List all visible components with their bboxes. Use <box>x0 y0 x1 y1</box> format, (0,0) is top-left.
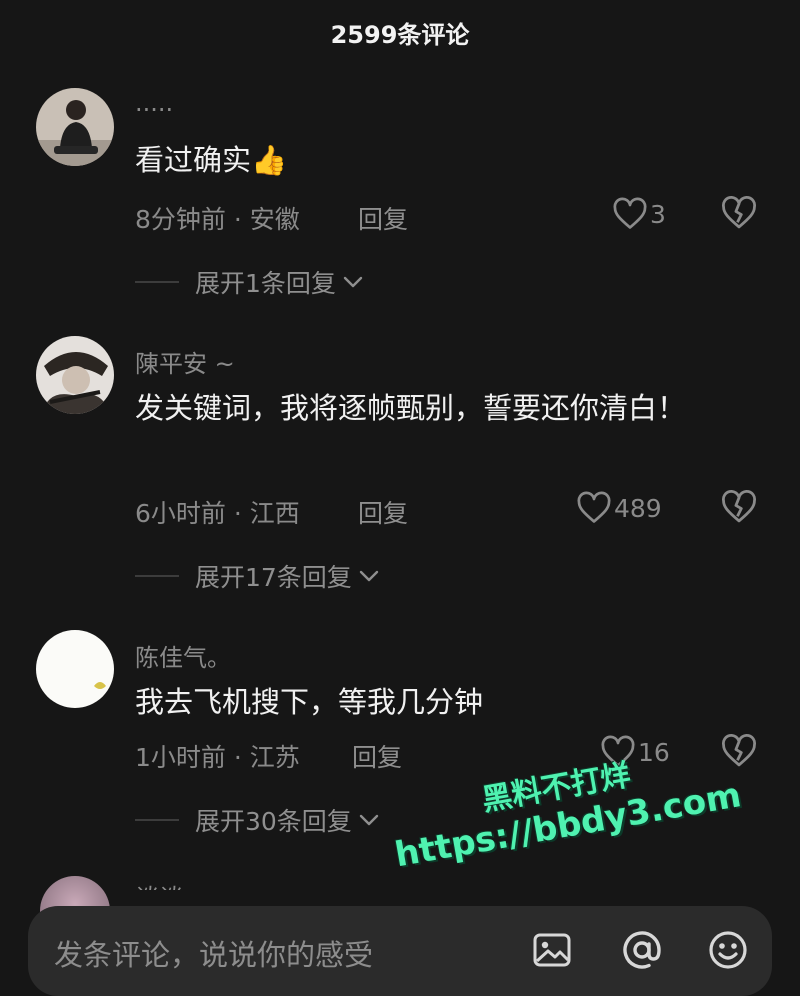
comment-time: 1小时前 <box>135 743 226 772</box>
heart-outline-icon <box>613 197 647 229</box>
like-count: 16 <box>638 737 670 767</box>
comment-location: 江西 <box>249 499 300 528</box>
expand-replies-label: 展开1条回复 <box>195 269 336 298</box>
expand-divider <box>135 575 179 577</box>
expand-divider <box>135 819 179 821</box>
chevron-down-icon <box>343 276 363 288</box>
broken-heart-icon <box>722 734 756 767</box>
like-button[interactable]: 16 <box>600 734 670 770</box>
comment-time: 6小时前 <box>135 499 226 528</box>
comment-item: ····· 看过确实👍 8分钟前 · 安徽 回复 3 展开1条回复 <box>0 88 800 308</box>
chevron-down-icon <box>359 814 379 826</box>
comment-meta: 8分钟前 · 安徽 <box>135 200 300 236</box>
broken-heart-icon <box>722 196 756 229</box>
comment-text: 看过确实 <box>135 143 252 177</box>
expand-replies[interactable]: 展开30条回复 <box>135 802 380 838</box>
reply-button[interactable]: 回复 <box>358 494 408 530</box>
at-sign-icon[interactable] <box>618 926 666 974</box>
avatar[interactable] <box>36 336 114 414</box>
comment-item: 陈佳气。 我去飞机搜下，等我几分钟 1小时前 · 江苏 回复 16 展开30条回… <box>0 630 800 850</box>
meta-separator: · <box>225 499 250 528</box>
comment-meta: 1小时前 · 江苏 <box>135 738 300 774</box>
reply-button[interactable]: 回复 <box>352 738 402 774</box>
comment-username[interactable]: 谈谈 <box>135 878 183 890</box>
comment-username[interactable]: 陈佳气。 <box>135 638 231 673</box>
like-button[interactable]: 489 <box>576 490 662 526</box>
heart-outline-icon <box>601 735 635 767</box>
expand-replies-label: 展开17条回复 <box>195 563 352 592</box>
image-icon[interactable] <box>528 926 576 974</box>
expand-replies-label: 展开30条回复 <box>195 807 352 836</box>
thumbs-up-emoji: 👍 <box>251 143 288 177</box>
avatar[interactable] <box>36 630 114 708</box>
comment-text: 发关键词，我将逐帧甄别，誓要还你清白！ <box>135 391 687 425</box>
expand-replies[interactable]: 展开17条回复 <box>135 558 380 594</box>
expand-replies[interactable]: 展开1条回复 <box>135 264 364 300</box>
comment-item: 陳平安 ~ 发关键词，我将逐帧甄别，誓要还你清白！ 6小时前 · 江西 回复 4… <box>0 336 800 606</box>
smiley-icon[interactable] <box>704 926 752 974</box>
like-count: 3 <box>650 199 666 229</box>
broken-heart-icon <box>722 490 756 523</box>
chevron-down-icon <box>359 570 379 582</box>
comment-meta: 6小时前 · 江西 <box>135 494 300 530</box>
like-count: 489 <box>614 493 662 523</box>
avatar[interactable] <box>36 88 114 166</box>
comments-header: 2599条评论 <box>0 0 800 64</box>
comment-text: 我去飞机搜下，等我几分钟 <box>135 685 484 719</box>
heart-outline-icon <box>577 491 611 523</box>
reply-button[interactable]: 回复 <box>358 200 408 236</box>
comment-username[interactable]: 陳平安 ~ <box>135 344 235 379</box>
comment-text-wrap: 看过确实👍 <box>135 136 725 184</box>
dislike-button[interactable] <box>720 734 758 770</box>
comment-input-placeholder[interactable]: 发条评论，说说你的感受 <box>54 932 373 974</box>
comment-count-title: 2599条评论 <box>330 20 470 49</box>
comment-location: 安徽 <box>249 205 300 234</box>
expand-divider <box>135 281 179 283</box>
meta-separator: · <box>225 205 250 234</box>
meta-separator: · <box>225 743 250 772</box>
dislike-button[interactable] <box>720 196 758 232</box>
like-button[interactable]: 3 <box>612 196 666 232</box>
comment-input-bar[interactable]: 发条评论，说说你的感受 <box>28 906 772 996</box>
comment-time: 8分钟前 <box>135 205 226 234</box>
comment-username[interactable]: ····· <box>135 96 173 124</box>
dislike-button[interactable] <box>720 490 758 526</box>
comment-location: 江苏 <box>249 743 300 772</box>
